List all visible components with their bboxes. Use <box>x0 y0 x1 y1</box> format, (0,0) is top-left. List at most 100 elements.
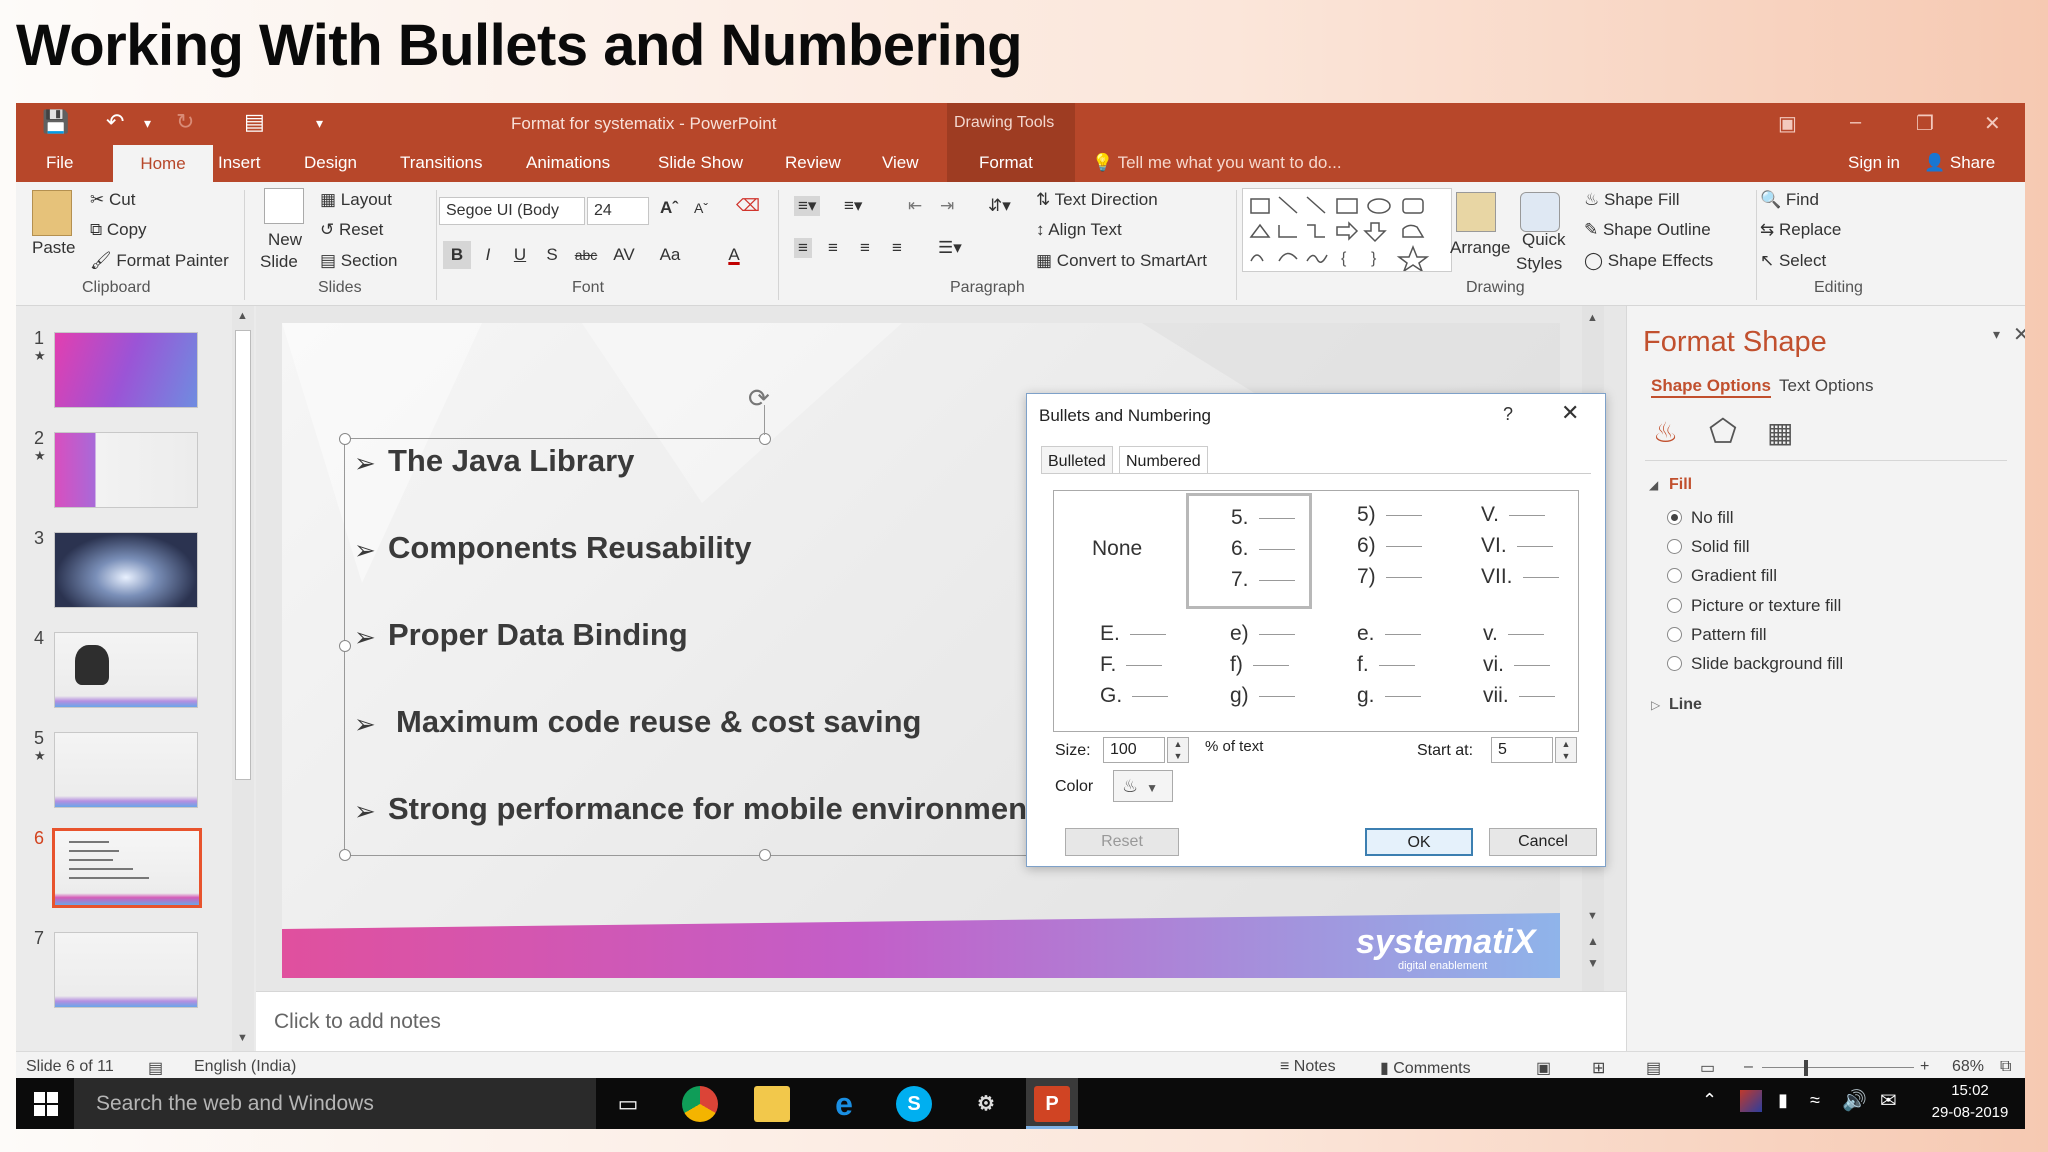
spell-check-icon[interactable]: ▤ <box>148 1058 163 1078</box>
tab-format[interactable]: Format <box>979 153 1033 173</box>
customize-qat-icon[interactable]: ▾ <box>316 115 323 132</box>
skype-icon[interactable]: S <box>896 1086 932 1122</box>
select-button[interactable]: ↖ Select <box>1760 251 1826 271</box>
tab-animations[interactable]: Animations <box>526 153 610 173</box>
tab-home[interactable]: Home <box>113 145 213 182</box>
radio[interactable] <box>1667 656 1682 671</box>
expand-triangle-icon[interactable]: ▷ <box>1651 698 1660 712</box>
size-input[interactable]: 100 <box>1103 737 1165 763</box>
fill-section-header[interactable]: Fill <box>1669 476 1692 494</box>
edge-browser-icon[interactable]: e <box>826 1086 862 1122</box>
close-pane-icon[interactable]: ✕ <box>2013 322 2025 347</box>
notes-toggle[interactable]: ≡ Notes <box>1280 1058 1336 1076</box>
replace-button[interactable]: ⇆ Replace <box>1760 220 1841 240</box>
restore-icon[interactable]: ❐ <box>1916 111 1934 136</box>
clear-format-icon[interactable]: ⌫ <box>736 196 760 216</box>
numbering-style-lower-alpha-paren[interactable]: e) f) g) <box>1186 611 1314 731</box>
section-button[interactable]: ▤ Section <box>320 251 398 271</box>
resize-handle[interactable] <box>759 849 771 861</box>
rotate-handle-icon[interactable]: ⟳ <box>748 383 770 414</box>
numbering-button[interactable]: ≡▾ <box>844 196 862 216</box>
strikethrough-button[interactable]: abc <box>572 241 600 269</box>
comments-toggle[interactable]: ▮ Comments <box>1380 1058 1471 1078</box>
language-indicator[interactable]: English (India) <box>194 1058 296 1076</box>
scroll-up-icon[interactable]: ▲ <box>1587 312 1598 324</box>
italic-button[interactable]: I <box>474 241 502 269</box>
ok-button[interactable]: OK <box>1365 828 1473 856</box>
format-painter-button[interactable]: 🖌 Format Painter <box>90 251 229 271</box>
start-at-spinner[interactable]: ▲ ▼ <box>1555 737 1577 763</box>
tab-slide-show[interactable]: Slide Show <box>658 153 743 173</box>
chrome-icon[interactable] <box>682 1086 718 1122</box>
resize-handle[interactable] <box>339 640 351 652</box>
size-properties-icon[interactable]: ▦ <box>1767 416 1793 449</box>
tab-view[interactable]: View <box>882 153 919 173</box>
decrease-indent-icon[interactable]: ⇤ <box>908 196 922 216</box>
zoom-in-icon[interactable]: + <box>1920 1058 1929 1076</box>
shadow-button[interactable]: S <box>538 241 566 269</box>
cancel-button[interactable]: Cancel <box>1489 828 1597 856</box>
tab-text-options[interactable]: Text Options <box>1779 376 1874 396</box>
picture-fill-option[interactable]: Picture or texture fill <box>1667 596 1841 616</box>
windows-start-icon[interactable] <box>34 1092 58 1116</box>
radio[interactable] <box>1667 568 1682 583</box>
bullet-text[interactable]: Proper Data Binding <box>388 617 688 653</box>
grow-font-icon[interactable]: Aˆ <box>660 198 678 218</box>
increase-indent-icon[interactable]: ⇥ <box>940 196 954 216</box>
bullet-text[interactable]: Maximum code reuse & cost saving <box>396 704 921 740</box>
undo-icon[interactable]: ↶ <box>106 109 124 135</box>
zoom-slider-thumb[interactable] <box>1804 1060 1808 1076</box>
tab-insert[interactable]: Insert <box>218 153 261 173</box>
quick-styles-icon[interactable] <box>1520 192 1560 232</box>
shape-fill-button[interactable]: ♨ Shape Fill <box>1584 190 1680 210</box>
resize-handle[interactable] <box>339 849 351 861</box>
redo-icon[interactable]: ↻ <box>176 109 194 135</box>
line-spacing-icon[interactable]: ⇵▾ <box>988 196 1011 216</box>
start-at-input[interactable]: 5 <box>1491 737 1553 763</box>
change-case-button[interactable]: Aa <box>656 241 684 269</box>
radio-selected[interactable] <box>1667 510 1682 525</box>
file-explorer-icon[interactable] <box>754 1086 790 1122</box>
slide-thumbnail-7[interactable] <box>54 932 198 1008</box>
volume-icon[interactable]: 🔊 <box>1842 1088 1867 1113</box>
wifi-icon[interactable]: ≈ <box>1810 1090 1820 1111</box>
shrink-font-icon[interactable]: Aˇ <box>694 200 708 216</box>
justify-icon[interactable]: ≡ <box>892 238 902 258</box>
undo-dropdown-icon[interactable]: ▾ <box>144 115 151 132</box>
tab-shape-options[interactable]: Shape Options <box>1651 376 1771 398</box>
align-center-icon[interactable]: ≡ <box>828 238 838 258</box>
radio[interactable] <box>1667 598 1682 613</box>
text-direction-button[interactable]: ⇅ Text Direction <box>1036 190 1158 210</box>
powerpoint-icon[interactable]: P <box>1034 1086 1070 1122</box>
shape-outline-button[interactable]: ✎ Shape Outline <box>1584 220 1711 240</box>
fit-slide-icon[interactable]: ⧉ <box>2000 1058 2011 1076</box>
bullet-text[interactable]: Components Reusability <box>388 530 751 566</box>
tab-review[interactable]: Review <box>785 153 841 173</box>
thumbnail-scrollbar[interactable]: ▲ ▼ <box>232 306 254 1051</box>
zoom-out-icon[interactable]: – <box>1744 1058 1753 1076</box>
save-icon[interactable]: 💾 <box>42 109 69 135</box>
numbering-style-arabic-paren[interactable]: 5) 6) 7) <box>1317 491 1445 611</box>
numbering-style-arabic-period-selected[interactable]: 5. 6. 7. <box>1186 493 1312 609</box>
help-button[interactable]: ? <box>1503 404 1513 425</box>
font-name-box[interactable]: Segoe UI (Body <box>439 197 585 225</box>
arrange-button[interactable]: Arrange <box>1450 238 1510 258</box>
tell-me-box[interactable]: 💡 Tell me what you want to do... <box>1092 153 1342 173</box>
font-color-button[interactable]: A <box>720 241 748 269</box>
char-spacing-button[interactable]: AV <box>610 241 638 269</box>
paste-button[interactable]: Paste <box>32 238 75 258</box>
scroll-down-icon[interactable]: ▼ <box>1587 910 1598 922</box>
slide-thumbnail-5[interactable] <box>54 732 198 808</box>
scrollbar-thumb[interactable] <box>235 330 251 780</box>
chevron-up-icon[interactable]: ⌃ <box>1702 1090 1717 1111</box>
align-left-icon[interactable]: ≡ <box>794 238 812 258</box>
taskbar-time[interactable]: 15:02 <box>1930 1082 2010 1099</box>
bullet-text[interactable]: Strong performance for mobile environmen… <box>388 791 1055 827</box>
columns-icon[interactable]: ☰▾ <box>938 238 962 258</box>
align-right-icon[interactable]: ≡ <box>860 238 870 258</box>
no-fill-option[interactable]: No fill <box>1667 508 1734 528</box>
convert-smartart-button[interactable]: ▦ Convert to SmartArt <box>1036 251 1207 271</box>
notes-pane[interactable]: Click to add notes <box>256 991 1626 1051</box>
tab-file[interactable]: File <box>46 153 73 173</box>
resize-handle[interactable] <box>759 433 771 445</box>
